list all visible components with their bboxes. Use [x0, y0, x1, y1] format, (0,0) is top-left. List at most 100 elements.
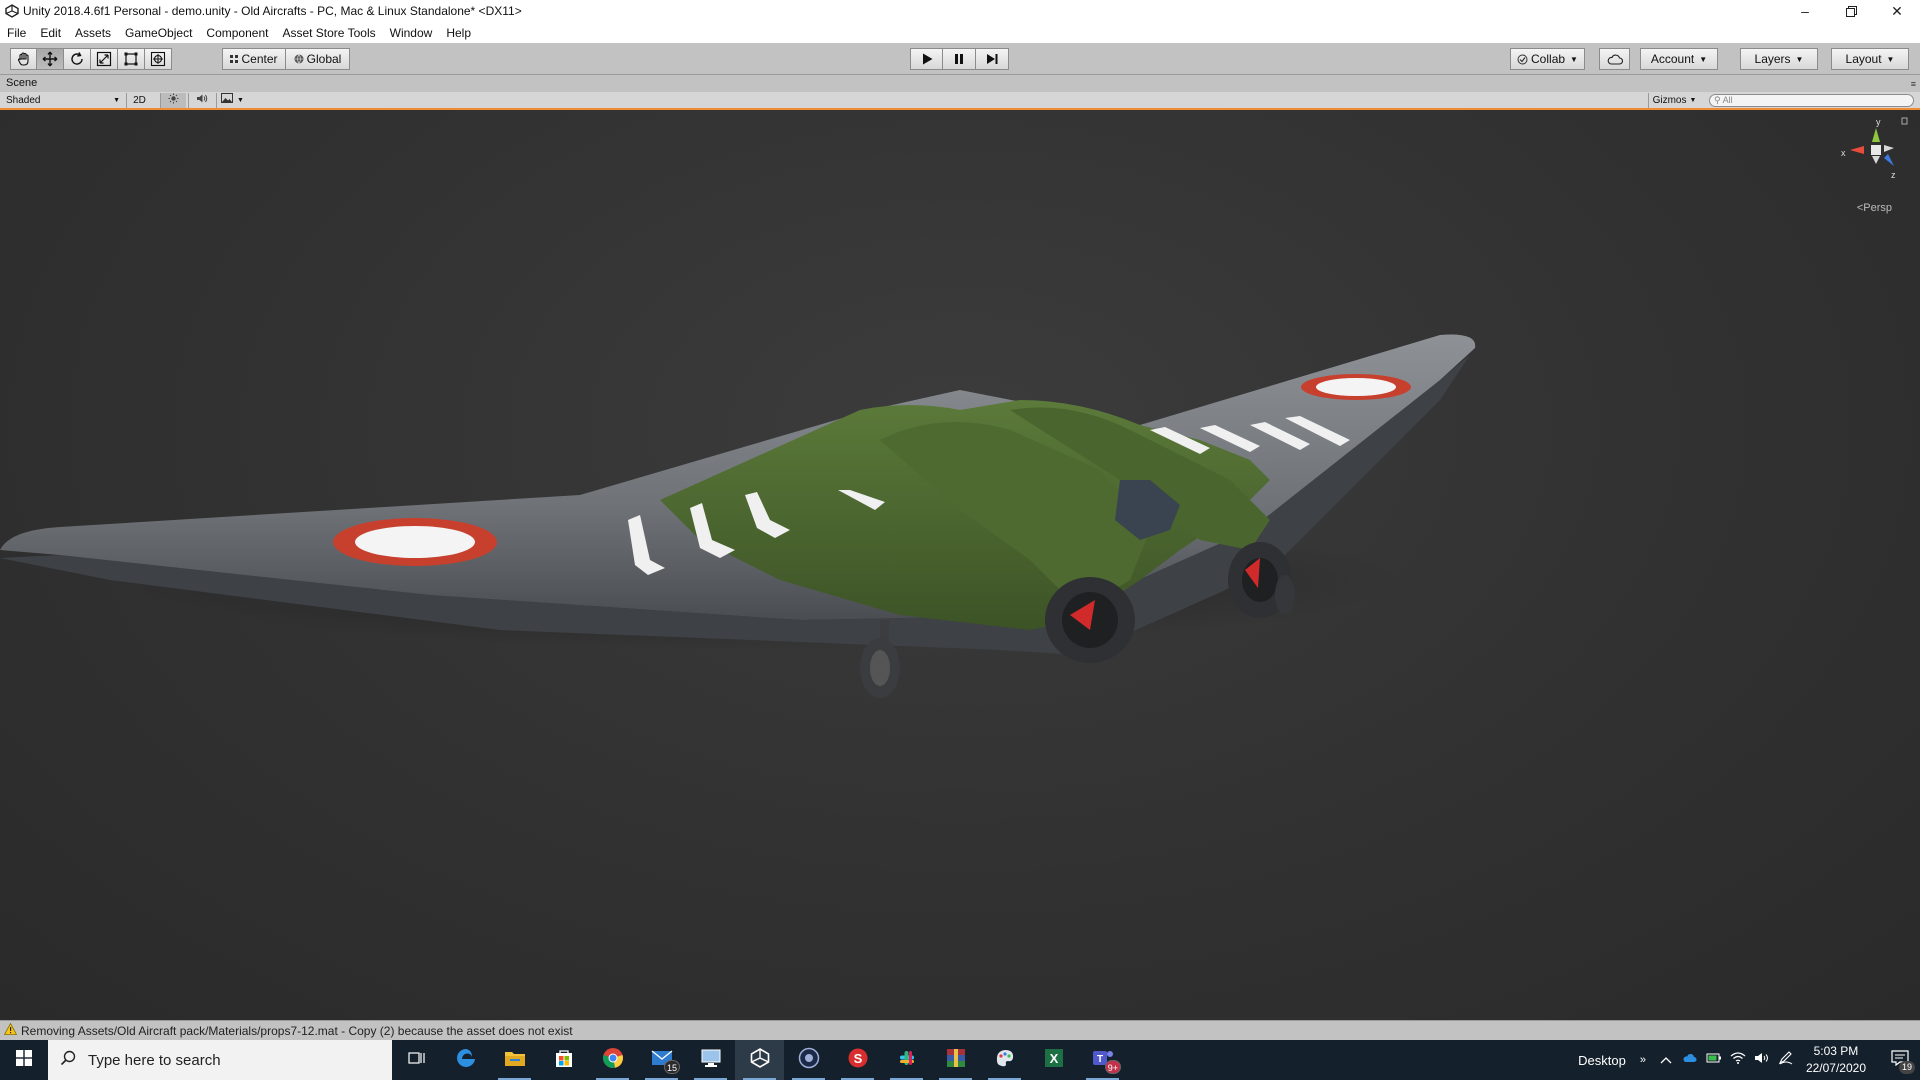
notification-count: 19: [1898, 1061, 1915, 1074]
cloud-icon: [1607, 54, 1623, 65]
play-button[interactable]: [910, 48, 943, 70]
pause-button[interactable]: [943, 48, 976, 70]
chrome-app[interactable]: [588, 1040, 637, 1080]
show-hidden-icons-button[interactable]: [1654, 1040, 1678, 1080]
transform-tool-button[interactable]: [145, 48, 172, 70]
account-dropdown[interactable]: Account ▼: [1640, 48, 1718, 70]
slack-icon: [896, 1047, 918, 1074]
scale-tool-button[interactable]: [91, 48, 118, 70]
substance-app[interactable]: S: [833, 1040, 882, 1080]
paint-icon: [994, 1047, 1016, 1074]
menu-window[interactable]: Window: [390, 26, 433, 40]
gizmo-z-cone[interactable]: [1884, 154, 1894, 166]
task-view-icon: [407, 1050, 426, 1071]
close-button[interactable]: ✕: [1874, 0, 1920, 22]
tray-wifi[interactable]: [1726, 1040, 1750, 1080]
lighting-toggle[interactable]: [160, 93, 186, 108]
gizmos-dropdown[interactable]: Gizmos ▼: [1648, 93, 1700, 108]
pivot-icon: [230, 55, 239, 63]
unity-icon: [749, 1047, 771, 1074]
audio-toggle[interactable]: [188, 93, 214, 108]
chevron-down-icon: ▼: [1699, 54, 1708, 64]
collab-dropdown[interactable]: Collab ▼: [1510, 48, 1585, 70]
cinema4d-app[interactable]: [784, 1040, 833, 1080]
lock-icon[interactable]: [1901, 117, 1908, 125]
start-button[interactable]: [0, 1040, 48, 1080]
unity-app[interactable]: [735, 1040, 784, 1080]
taskbar-clock[interactable]: 5:03 PM 22/07/2020: [1806, 1043, 1866, 1077]
cloud-button[interactable]: [1599, 48, 1630, 70]
chevron-down-icon: ▼: [113, 97, 120, 104]
menu-gameobject[interactable]: GameObject: [125, 26, 192, 40]
restore-button[interactable]: [1828, 0, 1874, 22]
store-app[interactable]: [539, 1040, 588, 1080]
step-button[interactable]: [976, 48, 1009, 70]
play-icon: [920, 52, 934, 66]
rotate-icon: [69, 51, 85, 67]
orientation-gizmo[interactable]: y x z: [1838, 116, 1908, 191]
scene-viewport[interactable]: y x z <Persp: [0, 110, 1920, 1020]
draw-mode-dropdown[interactable]: Shaded ▼: [6, 93, 122, 108]
chrome-icon: [602, 1047, 624, 1074]
scene-search-input[interactable]: ⚲ All: [1709, 94, 1914, 107]
mail-app[interactable]: 15: [637, 1040, 686, 1080]
image-icon: [221, 93, 234, 108]
menu-edit[interactable]: Edit: [40, 26, 61, 40]
tab-menu-icon[interactable]: ≡: [1911, 79, 1916, 89]
minimize-button[interactable]: –: [1782, 0, 1828, 22]
tray-network-sync[interactable]: [1678, 1040, 1702, 1080]
layout-dropdown[interactable]: Layout ▼: [1831, 48, 1909, 70]
battery-icon: [1706, 1051, 1722, 1069]
layers-label: Layers: [1754, 52, 1791, 66]
layers-group: Layers ▼: [1740, 48, 1818, 70]
task-view-button[interactable]: [392, 1040, 441, 1080]
console-status-bar[interactable]: Removing Assets/Old Aircraft pack/Materi…: [0, 1020, 1920, 1040]
menu-help[interactable]: Help: [446, 26, 471, 40]
menu-component[interactable]: Component: [206, 26, 268, 40]
desktop-toolbar-label[interactable]: Desktop: [1578, 1053, 1626, 1068]
teams-app[interactable]: T 9+: [1078, 1040, 1127, 1080]
winrar-app[interactable]: [931, 1040, 980, 1080]
gizmos-label: Gizmos: [1652, 95, 1687, 106]
remote-desktop-app[interactable]: [686, 1040, 735, 1080]
rect-tool-button[interactable]: [118, 48, 145, 70]
tray-pen[interactable]: [1774, 1040, 1798, 1080]
taskbar-search-box[interactable]: Type here to search: [48, 1040, 392, 1080]
paint-app[interactable]: [980, 1040, 1029, 1080]
remote-desktop-icon: [700, 1048, 722, 1073]
aircraft-model[interactable]: [0, 110, 1920, 1020]
pivot-global-button[interactable]: Global: [286, 48, 350, 70]
tray-battery[interactable]: [1702, 1040, 1726, 1080]
substance-icon: S: [847, 1047, 869, 1074]
tab-scene[interactable]: Scene: [0, 75, 43, 92]
menu-asset-store-tools[interactable]: Asset Store Tools: [282, 26, 375, 40]
gizmo-x-cone[interactable]: [1850, 146, 1864, 154]
pivot-center-button[interactable]: Center: [222, 48, 286, 70]
excel-icon: X: [1044, 1048, 1064, 1073]
tray-volume[interactable]: [1750, 1040, 1774, 1080]
svg-text:S: S: [853, 1051, 862, 1066]
menu-file[interactable]: File: [7, 26, 26, 40]
svg-text:X: X: [1049, 1051, 1058, 1066]
edge-app[interactable]: [441, 1040, 490, 1080]
slack-app[interactable]: [882, 1040, 931, 1080]
excel-app[interactable]: X: [1029, 1040, 1078, 1080]
layers-dropdown[interactable]: Layers ▼: [1740, 48, 1818, 70]
taskbar-search-placeholder: Type here to search: [88, 1051, 221, 1069]
rotate-tool-button[interactable]: [64, 48, 91, 70]
action-center-button[interactable]: 19: [1880, 1040, 1920, 1080]
unity-logo-icon: [3, 2, 21, 20]
2d-toggle[interactable]: 2D: [126, 93, 152, 108]
move-tool-button[interactable]: [37, 48, 64, 70]
file-explorer-app[interactable]: [490, 1040, 539, 1080]
menu-assets[interactable]: Assets: [75, 26, 111, 40]
double-chevron-icon[interactable]: »: [1640, 1054, 1646, 1066]
gizmo-axis-z: z: [1891, 170, 1896, 180]
gizmo-center[interactable]: [1871, 145, 1881, 155]
effects-dropdown[interactable]: ▼: [216, 93, 248, 108]
gizmo-y-cone[interactable]: [1872, 128, 1880, 142]
menu-bar: File Edit Assets GameObject Component As…: [0, 22, 1920, 43]
hand-tool-button[interactable]: [10, 48, 37, 70]
file-explorer-icon: [504, 1049, 526, 1072]
projection-label[interactable]: <Persp: [1857, 202, 1892, 214]
